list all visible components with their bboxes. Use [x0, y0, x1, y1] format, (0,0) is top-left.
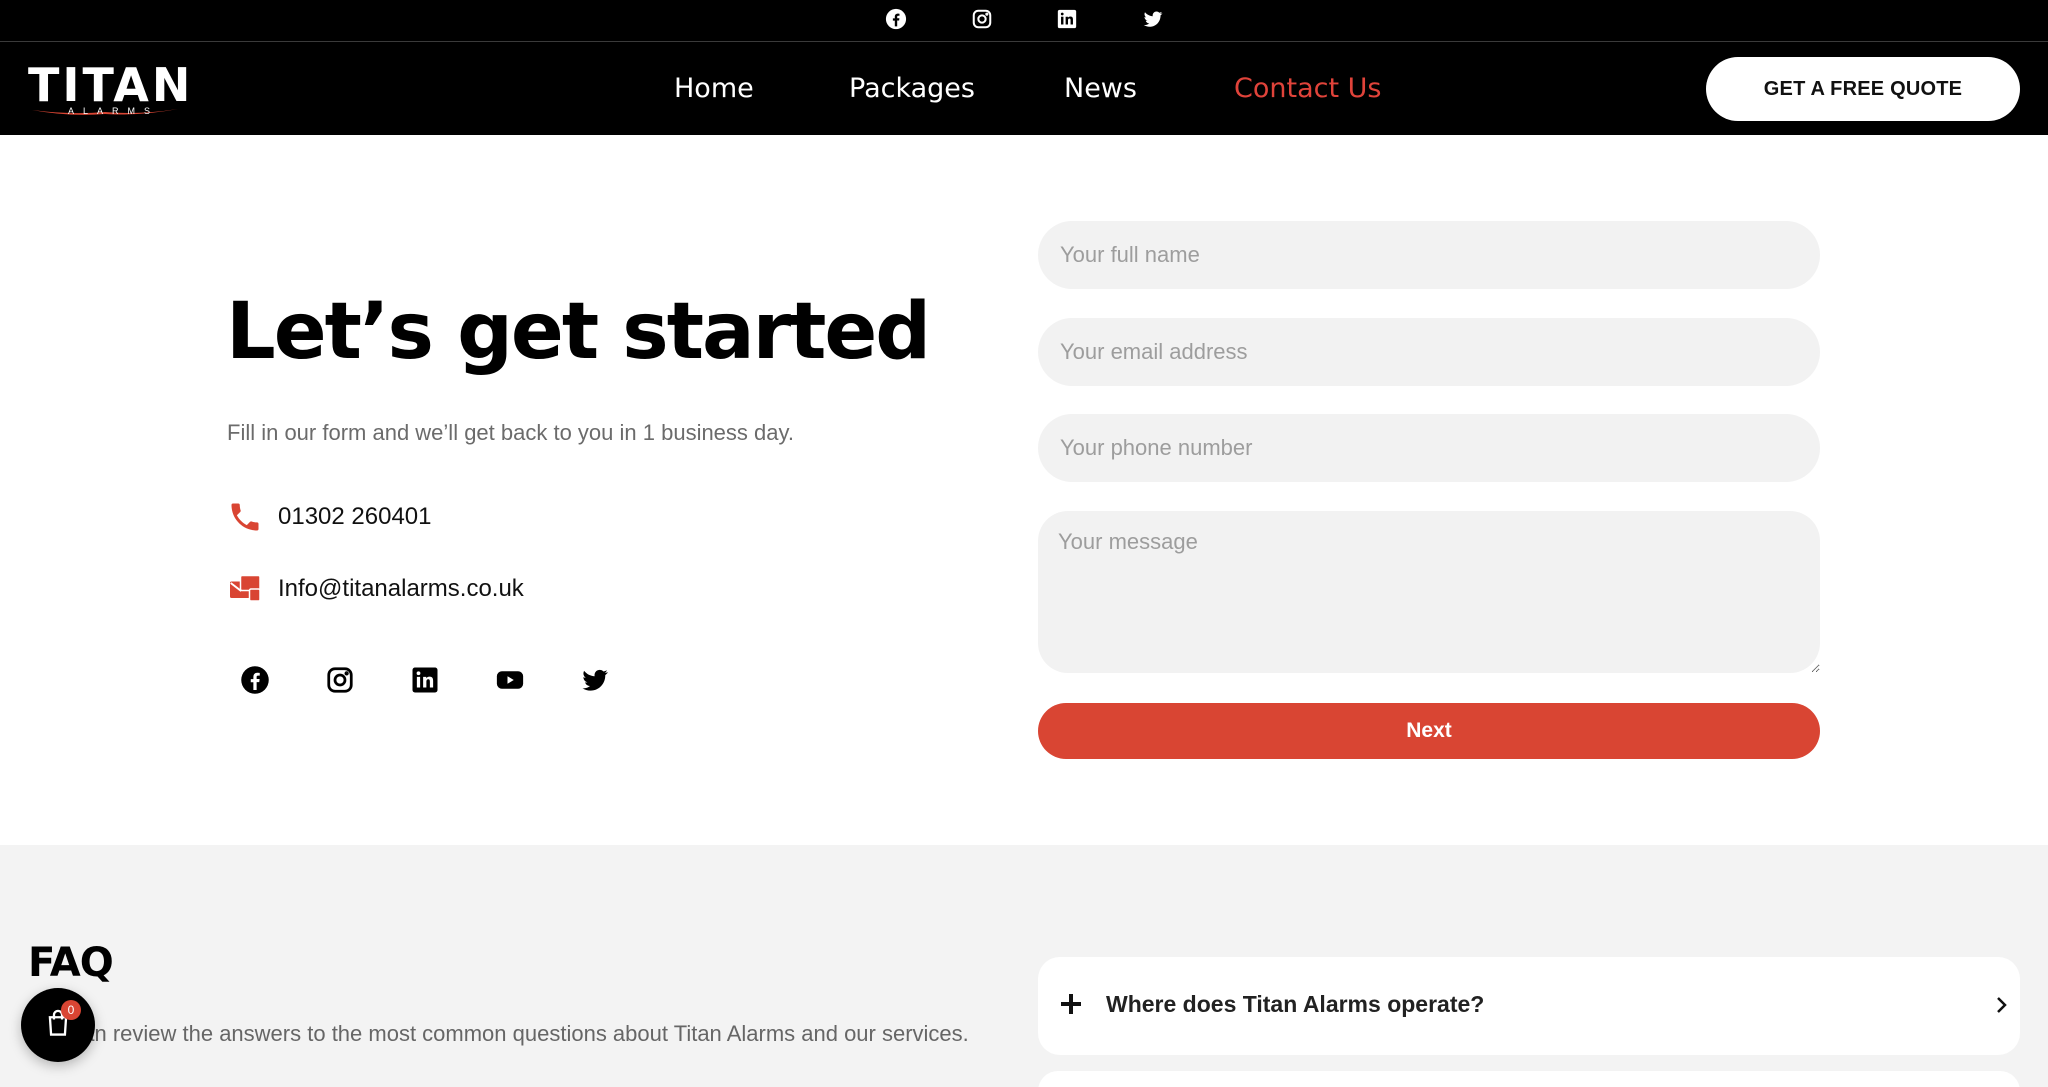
phone-input[interactable]	[1038, 414, 1820, 482]
nav-contact-us[interactable]: Contact Us	[1234, 72, 1381, 106]
nav-packages[interactable]: Packages	[849, 72, 975, 106]
intro-lead-text: Fill in our form and we’ll get back to y…	[227, 420, 794, 445]
email-contact[interactable]: Info@titanalarms.co.uk	[226, 570, 524, 608]
cart-count-badge: 0	[61, 1000, 81, 1020]
faq-item[interactable]	[1038, 1071, 2020, 1087]
faq-title: FAQ	[28, 940, 114, 986]
email-input[interactable]	[1038, 318, 1820, 386]
twitter-icon[interactable]	[1142, 8, 1164, 30]
full-name-input[interactable]	[1038, 221, 1820, 289]
phone-number: 01302 260401	[278, 503, 432, 530]
linkedin-icon[interactable]	[410, 665, 440, 695]
phone-icon	[226, 498, 264, 536]
get-free-quote-button[interactable]: GET A FREE QUOTE	[1706, 57, 2020, 121]
logo-wordmark: TITAN	[28, 58, 194, 112]
main-header: TITAN ALARMS Home Packages News Contact …	[0, 42, 2048, 135]
youtube-icon[interactable]	[495, 665, 525, 695]
instagram-icon[interactable]	[971, 8, 993, 30]
linkedin-icon[interactable]	[1056, 8, 1078, 30]
faq-section: FAQ You can review the answers to the mo…	[0, 845, 2048, 1087]
nav-home[interactable]: Home	[674, 72, 754, 106]
twitter-icon[interactable]	[580, 665, 610, 695]
cart-button[interactable]: 0	[21, 988, 95, 1062]
nav-news[interactable]: News	[1064, 72, 1137, 106]
faq-description: You can review the answers to the most c…	[28, 1021, 969, 1046]
page-title: Let’s get started	[226, 287, 931, 377]
top-social-bar	[0, 0, 2048, 42]
next-button[interactable]: Next	[1038, 703, 1820, 759]
phone-contact[interactable]: 01302 260401	[226, 498, 432, 536]
instagram-icon[interactable]	[325, 665, 355, 695]
plus-icon	[1054, 987, 1088, 1021]
logo-subtext: ALARMS	[68, 106, 160, 116]
titan-alarms-logo[interactable]: TITAN ALARMS	[28, 60, 190, 116]
email-address: Info@titanalarms.co.uk	[278, 575, 524, 602]
mail-icon	[226, 570, 264, 608]
facebook-icon[interactable]	[240, 665, 270, 695]
faq-question: Where does Titan Alarms operate?	[1106, 991, 1485, 1017]
facebook-icon[interactable]	[885, 8, 907, 30]
faq-item[interactable]: Where does Titan Alarms operate?	[1038, 957, 2020, 1055]
message-textarea[interactable]	[1038, 511, 1820, 673]
chevron-right-icon	[1990, 993, 2014, 1017]
